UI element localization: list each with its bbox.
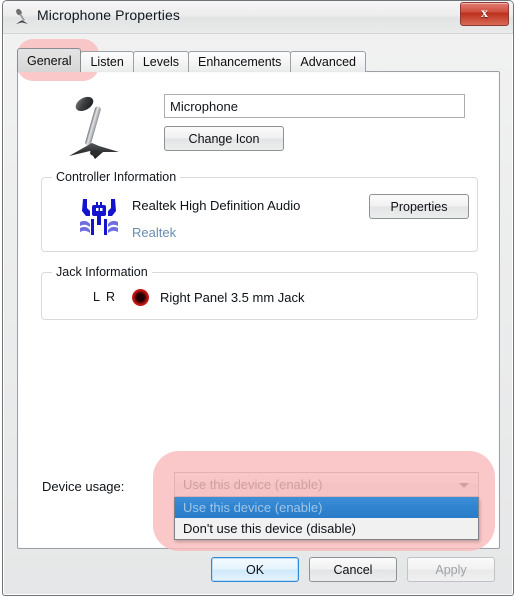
ok-button[interactable]: OK <box>211 557 299 582</box>
tab-label: Listen <box>90 55 124 69</box>
microphone-properties-dialog: Microphone Properties x General Listen L… <box>2 0 514 596</box>
tab-general[interactable]: General <box>17 48 82 72</box>
change-icon-button[interactable]: Change Icon <box>164 126 284 151</box>
device-usage-option-list: Use this device (enable) Don't use this … <box>174 497 479 540</box>
tab-label: General <box>27 53 72 68</box>
tab-strip: General Listen Levels Enhancements Advan… <box>17 48 366 72</box>
chevron-down-icon <box>459 483 469 488</box>
device-usage-option-disable[interactable]: Don't use this device (disable) <box>175 518 478 539</box>
device-usage-dropdown[interactable]: Use this device (enable) <box>174 472 479 497</box>
apply-button: Apply <box>407 557 495 582</box>
controller-name: Realtek High Definition Audio <box>132 198 301 213</box>
controller-vendor-link[interactable]: Realtek <box>132 225 176 240</box>
tab-label: Advanced <box>300 55 356 69</box>
jack-connector-icon <box>132 289 149 306</box>
title-bar: Microphone Properties x <box>3 1 513 34</box>
device-name-input[interactable] <box>164 94 465 118</box>
close-button[interactable]: x <box>460 2 509 26</box>
controller-properties-button[interactable]: Properties <box>369 194 469 219</box>
microphone-icon <box>16 8 28 24</box>
jack-information-group: Jack Information L R Right Panel 3.5 mm … <box>41 265 478 320</box>
tab-levels[interactable]: Levels <box>132 51 189 72</box>
general-tab-panel: Change Icon Controller Information <box>17 71 500 549</box>
close-icon: x <box>481 6 488 21</box>
cancel-button[interactable]: Cancel <box>309 557 397 582</box>
realtek-crab-logo-icon <box>80 199 118 235</box>
jack-description: Right Panel 3.5 mm Jack <box>160 290 305 305</box>
device-usage-label: Device usage: <box>42 479 125 494</box>
window-title: Microphone Properties <box>37 7 180 23</box>
tab-listen[interactable]: Listen <box>80 51 134 72</box>
device-usage-option-enable[interactable]: Use this device (enable) <box>175 497 478 518</box>
device-usage-selected-value: Use this device (enable) <box>183 477 323 492</box>
tab-advanced[interactable]: Advanced <box>290 51 366 72</box>
group-title: Controller Information <box>52 170 181 184</box>
tab-label: Enhancements <box>197 55 282 69</box>
controller-information-group: Controller Information Realtek High Defi… <box>41 170 478 252</box>
tab-label: Levels <box>142 55 179 69</box>
group-title: Jack Information <box>52 265 152 279</box>
tab-enhancements[interactable]: Enhancements <box>187 51 292 72</box>
microphone-icon <box>69 96 119 159</box>
jack-channels-label: L R <box>93 290 117 304</box>
